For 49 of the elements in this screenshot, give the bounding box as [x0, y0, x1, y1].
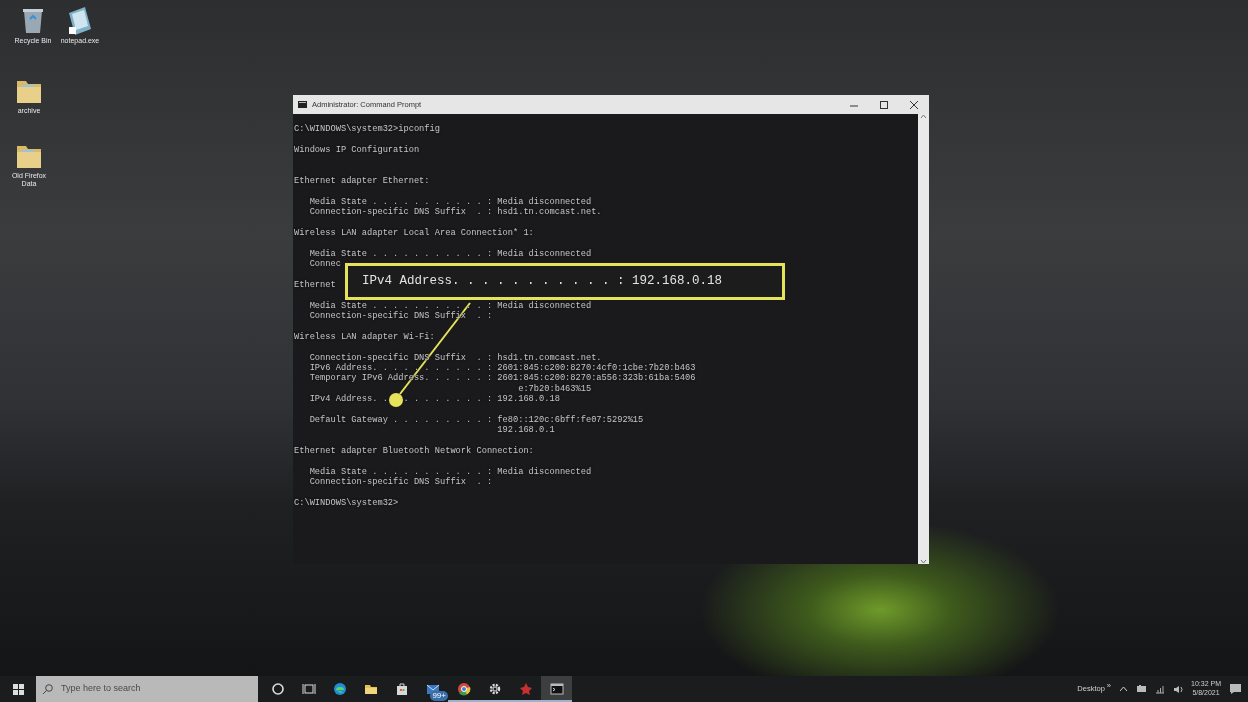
scroll-up-icon[interactable]: [920, 114, 927, 119]
console-line: Wireless LAN adapter Local Area Connection* 1:: [294, 227, 534, 239]
console-app-icon: [298, 101, 307, 108]
callout-dot: [389, 393, 403, 407]
console-line: C:\WINDOWS\system32>: [294, 498, 399, 509]
console-line: Media State . . . . . . . . . . . : Media disconnected: [308, 196, 592, 207]
cortana-icon: [270, 682, 285, 696]
bag-icon: [394, 682, 409, 696]
edge-icon: [332, 682, 347, 696]
console-line: Ethernet adapter Bluetooth Network Connection:: [294, 446, 534, 457]
console-line: Ethernet adapter Ethernet:: [294, 175, 430, 187]
console-line: Connection-specific DNS Suffix . : hsd1.tn.comcast.net.: [308, 207, 602, 218]
count-badge: 99+: [430, 691, 448, 701]
search-field[interactable]: Type here to search: [61, 682, 241, 696]
taskbar-button[interactable]: [541, 676, 572, 702]
console-line: Media State . . . . . . . . . . . : Media disconnected: [308, 300, 592, 311]
console-line: Windows IP Configuration: [294, 144, 420, 156]
speaker-icon[interactable]: [1173, 684, 1184, 694]
console-line: e:7b20:b463%15: [517, 383, 592, 395]
console-line: Wireless LAN adapter Wi-Fi:: [294, 331, 435, 343]
console-icon: [549, 682, 564, 696]
console-line: Connection-specific DNS Suffix . :: [308, 477, 493, 488]
taskbar-button[interactable]: 99+: [417, 676, 448, 702]
star-icon: [518, 682, 533, 696]
console-line: Ethernet: [294, 279, 336, 291]
start-icon[interactable]: [12, 683, 24, 695]
console-line: IPv6 Address. . . . . . . . . . . : 2601:845:c200:8270:4cf0:1cbe:7b20:b463: [308, 363, 696, 373]
console-text: IPv4 Address. .: [308, 394, 388, 405]
settings-icon: [487, 682, 502, 696]
console-line: Media State . . . . . . . . . . . : Media disconnected: [308, 248, 592, 260]
console-text: . . . . . . . . : 192.168.0.18: [403, 394, 560, 405]
callout-box: IPv4 Address. . . . . . . . . . . : 192.168.0.18: [345, 263, 785, 300]
notification-icon[interactable]: [1229, 683, 1242, 695]
folder-icon: [363, 682, 378, 696]
caret-up-icon[interactable]: [1119, 686, 1129, 692]
search-icon: [42, 683, 53, 695]
close-icon: [910, 100, 918, 109]
console-line: Default Gateway . . . . . . . . . : fe80::120c:6bff:fe07:5292%15: [308, 414, 644, 426]
console-line: Connec: [308, 259, 341, 270]
search-box[interactable]: Type here to search: [36, 676, 258, 702]
console-line: 192.168.0.1: [496, 425, 555, 436]
maximize-icon: [880, 100, 888, 109]
signal-icon[interactable]: [1155, 684, 1166, 694]
scrollbar[interactable]: [918, 114, 929, 564]
task-view-icon: [301, 682, 316, 696]
scroll-down-icon[interactable]: [920, 559, 927, 564]
console-line: Media State . . . . . . . . . . . : Media disconnected: [308, 466, 592, 477]
chrome-icon: [456, 682, 471, 696]
console-line: C:\WINDOWS\system32>ipconfig: [294, 124, 440, 135]
